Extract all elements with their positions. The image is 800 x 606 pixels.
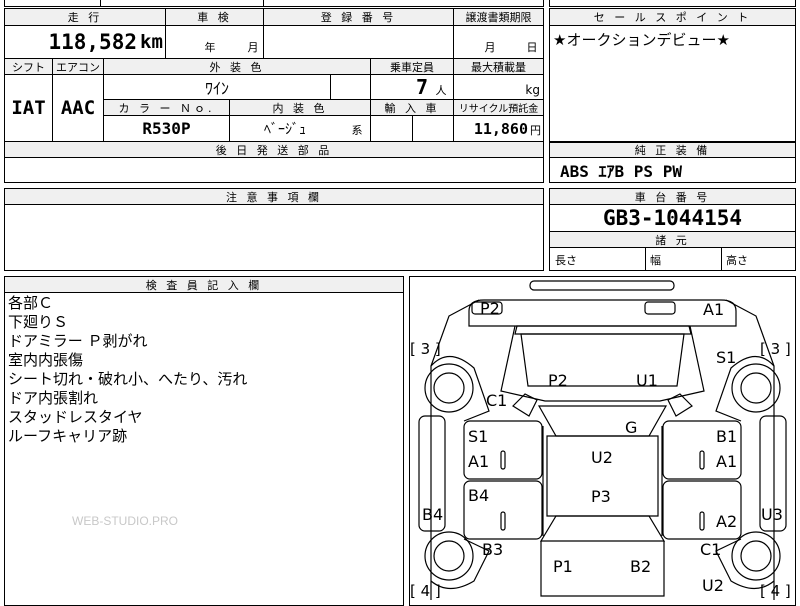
mark-p2-hood: P2	[548, 371, 568, 390]
equipment-label: 純 正 装 備	[550, 143, 795, 157]
shift-label: シフト	[5, 59, 52, 74]
transfer-day-label: 日	[526, 41, 538, 54]
interior-color-suffix: 系	[351, 124, 363, 137]
chassis-number: GB3-1044154	[602, 206, 743, 230]
mark-p2-top: P2	[480, 299, 500, 318]
remark-line: シート切れ・破れ小、へたり、汚れ	[8, 370, 248, 388]
inspector-label: 検 査 員 記 入 欄	[5, 277, 403, 292]
mark-a2-right-rear: A2	[716, 512, 738, 531]
exterior-color-label: 外 装 色	[104, 59, 370, 74]
registration-label: 登 録 番 号	[264, 9, 453, 25]
notes-label: 注 意 事 項 欄	[5, 189, 543, 204]
mark-u2-roof: U2	[591, 448, 613, 467]
capacity-value: 7	[415, 75, 428, 99]
mark-c1-right: C1	[700, 540, 722, 559]
mark-b4-left-rear: B4	[468, 486, 490, 505]
width-label: 幅	[650, 254, 661, 267]
inspection-label: 車 検	[166, 9, 263, 25]
inspection-month-label: 月	[247, 41, 259, 54]
remark-line: スタッドレスタイヤ	[8, 408, 143, 426]
ac-value: AAC	[60, 97, 96, 119]
mark-u3-side: U3	[761, 505, 783, 524]
remark-line: 下廻りＳ	[8, 313, 69, 331]
exterior-color-value: ﾜｲﾝ	[204, 79, 229, 98]
height-label: 高さ	[726, 254, 748, 267]
top-strip-right	[549, 0, 796, 7]
mileage-unit: km	[140, 31, 163, 53]
mark-p1-trunk: P1	[553, 557, 573, 576]
remark-line: 各部Ｃ	[8, 294, 54, 312]
mark-bracket-bottom-right-4: [ 4 ]	[760, 582, 791, 600]
mark-c1-left: C1	[486, 391, 508, 410]
mark-bracket-left-3: [ 3 ]	[410, 340, 441, 358]
mark-g: G	[625, 418, 638, 437]
dimensions-label: 諸 元	[550, 232, 795, 247]
shift-value: IAT	[11, 97, 46, 119]
remark-line: 室内内張傷	[8, 351, 84, 369]
mark-s1-right: S1	[716, 348, 737, 367]
chassis-label: 車 台 番 号	[550, 189, 795, 204]
sales-point-text: ★オークションデビュー★	[553, 30, 730, 49]
mark-s1-left-door: S1	[468, 427, 489, 446]
mileage-label: 走 行	[5, 9, 165, 25]
recycle-value: 11,860	[473, 119, 528, 138]
capacity-label: 乗車定員	[371, 59, 453, 74]
equipment-text: ABS ｴｱB PS PW	[560, 162, 682, 181]
inspection-year-label: 年	[204, 41, 216, 54]
ac-label: エアコン	[53, 59, 103, 74]
watermark: WEB-STUDIO.PRO	[72, 514, 179, 528]
remark-line: ドア内張割れ	[8, 389, 99, 407]
max-load-label: 最大積載量	[454, 59, 543, 74]
mark-b4-side: B4	[422, 505, 444, 524]
recycle-label: リサイクル預託金	[454, 100, 543, 115]
remark-line: ルーフキャリア跡	[8, 427, 128, 445]
max-load-unit: kg	[525, 83, 540, 97]
length-label: 長さ	[555, 254, 577, 267]
import-label: 輸 入 車	[371, 100, 453, 115]
later-parts-label: 後 日 発 送 部 品	[5, 142, 543, 157]
remark-line: ドアミラー Ｐ剥がれ	[8, 332, 148, 350]
mark-u2-right: U2	[702, 576, 724, 595]
recycle-unit: 円	[530, 124, 541, 137]
mark-bracket-right-3: [ 3 ]	[760, 340, 791, 358]
mark-a1-left-door: A1	[468, 452, 490, 471]
inspector-remarks: 各部Ｃ 下廻りＳ ドアミラー Ｐ剥がれ 室内内張傷 シート切れ・破れ小、へたり、…	[8, 294, 400, 446]
color-no-label: カ ラ ー Ｎｏ.	[104, 100, 229, 115]
mileage-value: 118,582	[48, 30, 137, 54]
mark-bracket-bottom-left-4: [ 4 ]	[410, 582, 441, 600]
interior-color-label: 内 装 色	[230, 100, 370, 115]
mark-a1-right-door: A1	[716, 452, 738, 471]
transfer-month-label: 月	[484, 41, 496, 54]
transfer-deadline-label: 譲渡書類期限	[454, 9, 543, 25]
mark-b2-trunk: B2	[630, 557, 652, 576]
mark-b1-right-door: B1	[716, 427, 738, 446]
mark-p3-roof: P3	[591, 487, 611, 506]
mark-a1-top: A1	[703, 300, 725, 319]
mark-b3-left: B3	[482, 540, 504, 559]
color-no-value: R530P	[142, 119, 191, 138]
capacity-unit: 人	[435, 84, 447, 97]
mark-u1-hood: U1	[636, 371, 658, 390]
interior-color-value: ﾍﾞｰｼﾞｭ	[264, 121, 306, 138]
top-strip	[4, 0, 544, 7]
sales-point-label: セ ー ル ス ポ イ ン ト	[550, 9, 795, 25]
